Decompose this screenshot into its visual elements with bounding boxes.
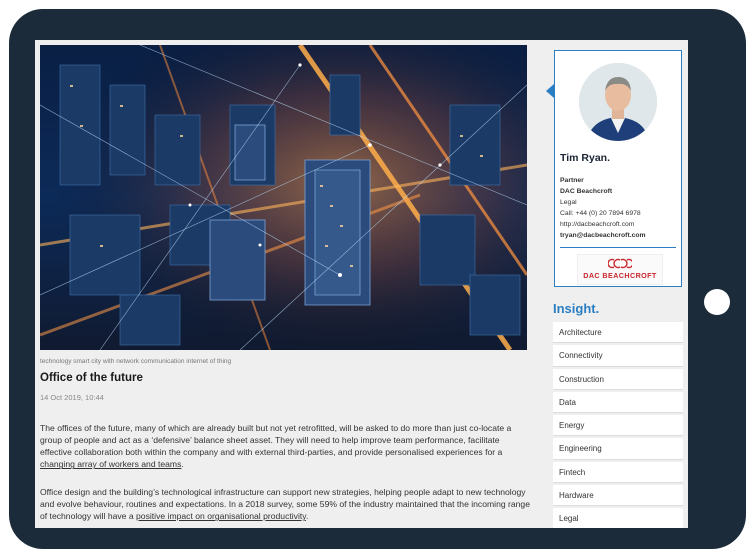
topic-hardware[interactable]: Hardware — [553, 485, 683, 507]
paragraph-1-text: The offices of the future, many of which… — [40, 423, 512, 458]
insight-topic-list: Architecture Connectivity Construction D… — [553, 322, 683, 528]
portrait-image — [579, 63, 657, 141]
hero-image — [40, 45, 527, 350]
topic-engineering[interactable]: Engineering — [553, 438, 683, 460]
profile-company: DAC Beachcroft — [560, 188, 613, 195]
profile-phone[interactable]: Call: +44 (0) 20 7894 6978 — [560, 210, 641, 217]
company-logo: DAC BEACHCROFT — [577, 254, 663, 285]
paragraph-1-end: . — [181, 459, 184, 470]
insight-heading: Insight. — [553, 301, 600, 316]
profile-email[interactable]: tryan@dacbeachcroft.com — [560, 232, 646, 239]
article-date: 14 Oct 2019, 10:44 — [40, 393, 104, 402]
profile-card: Tim Ryan. Partner DAC Beachcroft Legal C… — [554, 50, 682, 287]
screen: technology smart city with network commu… — [35, 40, 688, 528]
topic-construction[interactable]: Construction — [553, 368, 683, 390]
card-pointer — [546, 84, 554, 98]
topic-fintech[interactable]: Fintech — [553, 461, 683, 484]
profile-role: Partner — [560, 177, 584, 184]
profile-department: Legal — [560, 199, 577, 206]
topic-energy[interactable]: Energy — [553, 415, 683, 437]
topic-data[interactable]: Data — [553, 391, 683, 414]
changing-array-link[interactable]: changing array of workers and teams — [40, 459, 181, 469]
logo-text: DAC BEACHCROFT — [583, 271, 657, 280]
profile-name: Tim Ryan. — [560, 152, 610, 164]
article-paragraph-1: The offices of the future, many of which… — [40, 422, 532, 470]
image-caption: technology smart city with network commu… — [40, 358, 232, 365]
dac-logo-icon — [608, 258, 632, 269]
article-paragraph-2: Office design and the building’s technol… — [40, 486, 532, 522]
topic-legal[interactable]: Legal — [553, 508, 683, 528]
topic-architecture[interactable]: Architecture — [553, 322, 683, 344]
article-title: Office of the future — [40, 372, 143, 384]
profile-website[interactable]: http://dacbeachcroft.com — [560, 221, 634, 228]
productivity-link[interactable]: positive impact on organisational produc… — [136, 511, 306, 521]
home-button[interactable] — [704, 289, 730, 315]
paragraph-2-end: . — [305, 511, 309, 522]
card-divider — [560, 247, 676, 248]
topic-connectivity[interactable]: Connectivity — [553, 345, 683, 367]
avatar — [579, 63, 657, 141]
city-skyline-image — [40, 45, 527, 350]
